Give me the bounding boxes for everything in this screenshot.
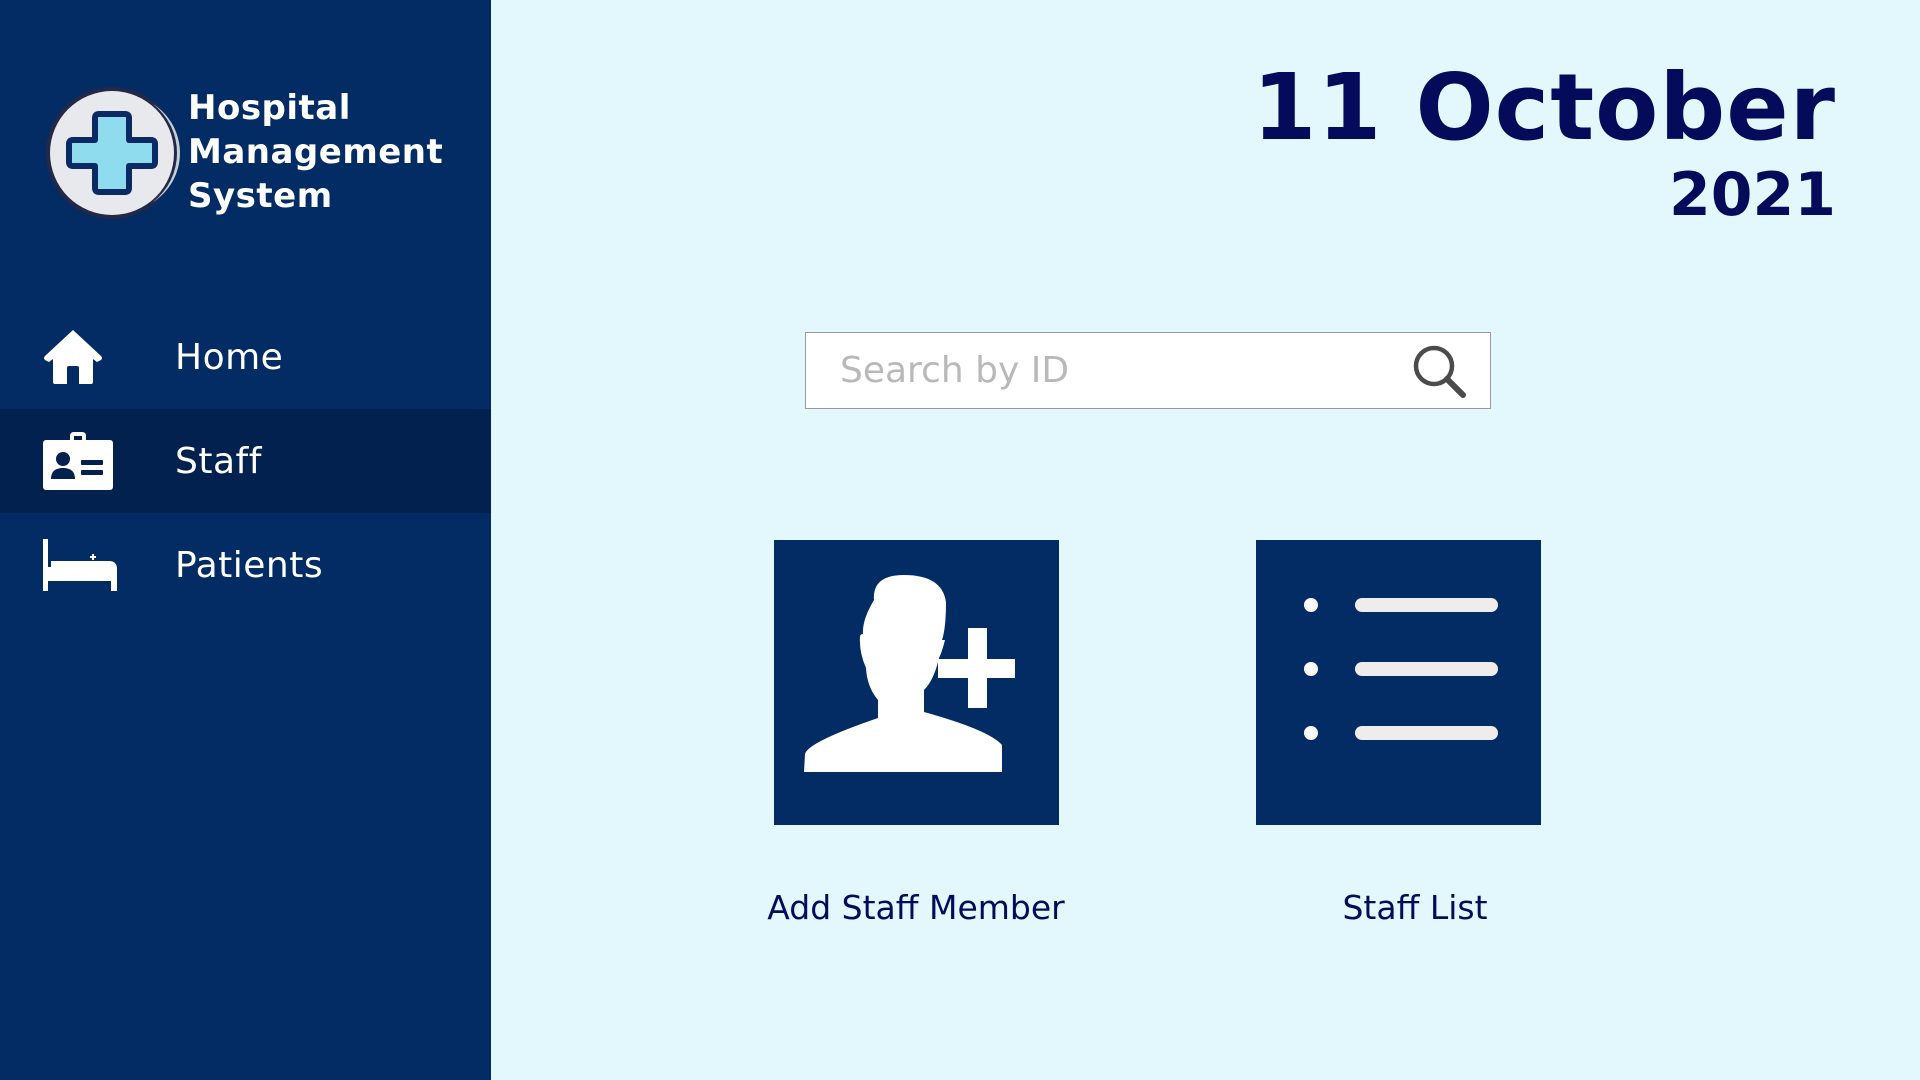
staff-list-label[interactable]: Staff List [1215, 888, 1615, 927]
sidebar-nav: Home Staff Patients [0, 305, 491, 617]
bed-icon [43, 535, 117, 595]
sidebar-item-home[interactable]: Home [0, 305, 491, 409]
app-title: Hospital Management System [188, 86, 443, 218]
staff-list-button[interactable] [1256, 540, 1541, 825]
app-title-line-2: Management [188, 132, 444, 172]
sidebar-item-label: Staff [175, 440, 262, 482]
sidebar-item-staff[interactable]: Staff [0, 409, 491, 513]
id-badge-icon [43, 431, 117, 491]
date-year: 2021 [1669, 160, 1836, 230]
sidebar-item-patients[interactable]: Patients [0, 513, 491, 617]
search-bar [805, 332, 1491, 409]
app-title-line-1: Hospital [188, 88, 351, 128]
add-staff-button[interactable] [774, 540, 1059, 825]
app-title-line-3: System [188, 176, 333, 216]
sidebar: Hospital Management System Home Staff Pa… [0, 0, 491, 1080]
list-icon [1304, 598, 1498, 740]
date-day-month: 11 October [1252, 54, 1836, 161]
sidebar-item-label: Patients [175, 544, 324, 586]
sidebar-item-label: Home [175, 336, 284, 378]
search-icon[interactable] [1410, 342, 1468, 400]
home-icon [43, 327, 117, 387]
add-user-icon [804, 575, 1015, 772]
search-input[interactable] [840, 333, 1400, 407]
add-staff-label[interactable]: Add Staff Member [716, 888, 1116, 927]
hospital-logo-icon [46, 87, 180, 219]
